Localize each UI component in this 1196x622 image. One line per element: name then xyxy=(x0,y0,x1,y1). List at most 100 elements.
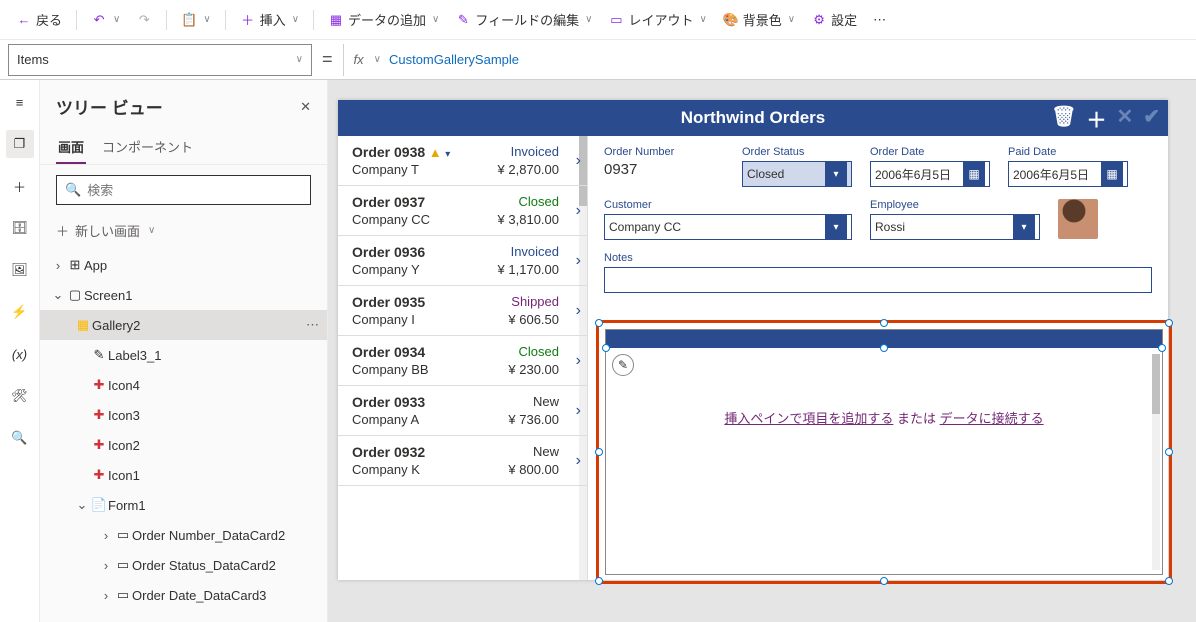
rail-hamburger[interactable]: ≡ xyxy=(6,88,34,116)
tree-node-icon4[interactable]: ✚Icon4 xyxy=(40,370,327,400)
redo-button[interactable]: ↷ xyxy=(130,8,158,32)
insert-pane-link[interactable]: 挿入ペインで項目を追加する xyxy=(724,411,893,426)
tree-search[interactable]: 🔍 xyxy=(56,175,311,205)
more-icon: ⋯ xyxy=(873,12,886,28)
tree-node-icon3[interactable]: ✚Icon3 xyxy=(40,400,327,430)
tree-node-app[interactable]: ›⊞App xyxy=(40,250,327,280)
canvas[interactable]: Northwind Orders 🗑 ＋ ✕ ✔ Order 0938 ▲ ▾I… xyxy=(328,80,1196,622)
rail-power[interactable]: ⚡ xyxy=(6,298,34,326)
order-date-picker[interactable]: 2006年6月5日▦ xyxy=(870,161,990,187)
undo-button[interactable]: ↶∨ xyxy=(85,8,126,32)
customer-label: Customer xyxy=(604,199,852,211)
insert-button[interactable]: ＋挿入∨ xyxy=(234,6,305,33)
edit-fields-icon: ✎ xyxy=(455,12,471,28)
paste-button[interactable]: 📋∨ xyxy=(175,8,216,32)
chevron-down-icon: ▾ xyxy=(825,215,847,239)
bgcolor-label: 背景色 xyxy=(743,10,782,29)
order-list-item[interactable]: Order 0933NewCompany A¥ 736.00› xyxy=(338,386,587,436)
tree-node-orderdate-card[interactable]: ›▭Order Date_DataCard3 xyxy=(40,580,327,610)
order-list-item[interactable]: Order 0938 ▲ ▾InvoicedCompany T¥ 2,870.0… xyxy=(338,136,587,186)
settings-button[interactable]: ⚙設定 xyxy=(805,6,863,33)
add-data-button[interactable]: ▦データの追加∨ xyxy=(322,6,445,33)
edit-template-icon[interactable]: ✎ xyxy=(612,354,634,376)
order-list-item[interactable]: Order 0934ClosedCompany BB¥ 230.00› xyxy=(338,336,587,386)
tree-node-orderstatus-card[interactable]: ›▭Order Status_DataCard2 xyxy=(40,550,327,580)
cancel-icon[interactable]: ✕ xyxy=(1116,104,1133,133)
rail-media[interactable]: 🖼 xyxy=(6,256,34,284)
warning-icon: ▲ xyxy=(429,145,442,160)
settings-label: 設定 xyxy=(831,10,857,29)
tab-components[interactable]: コンポーネント xyxy=(100,131,195,164)
chevron-down-icon: ▾ xyxy=(1013,215,1035,239)
data-icon: ▦ xyxy=(328,12,344,28)
chevron-down-icon: ∨ xyxy=(148,225,155,236)
more-icon[interactable]: ⋯ xyxy=(306,317,319,333)
order-list-item[interactable]: Order 0937ClosedCompany CC¥ 3,810.00› xyxy=(338,186,587,236)
chevron-down-icon: ∨ xyxy=(296,54,303,65)
formula-input[interactable]: fx ∨ CustomGallerySample xyxy=(343,44,1196,76)
search-input[interactable] xyxy=(87,183,302,198)
chevron-right-icon: › xyxy=(576,202,581,220)
close-icon[interactable]: ✕ xyxy=(300,99,311,115)
layout-label: レイアウト xyxy=(628,10,693,29)
trash-icon[interactable]: 🗑 xyxy=(1051,104,1076,133)
tree-node-label3-1[interactable]: ✎Label3_1 xyxy=(40,340,327,370)
chevron-down-icon: ∨ xyxy=(788,14,795,25)
save-icon[interactable]: ✔ xyxy=(1143,104,1160,133)
bgcolor-button[interactable]: 🎨背景色 ∨ xyxy=(717,6,801,33)
employee-label: Employee xyxy=(870,199,1040,211)
notes-input[interactable] xyxy=(604,267,1152,293)
rail-data[interactable]: 🗄 xyxy=(6,214,34,242)
back-button[interactable]: ← 戻る xyxy=(10,6,68,33)
property-selector[interactable]: Items ∨ xyxy=(8,44,312,76)
customer-combo[interactable]: Company CC▾ xyxy=(604,214,852,240)
color-icon: 🎨 xyxy=(723,12,739,28)
back-label: 戻る xyxy=(36,10,62,29)
tree-node-gallery2[interactable]: ▦Gallery2⋯ xyxy=(40,310,327,340)
tree-node-screen1[interactable]: ⌄▢Screen1 xyxy=(40,280,327,310)
orders-gallery[interactable]: Order 0938 ▲ ▾InvoicedCompany T¥ 2,870.0… xyxy=(338,136,588,580)
tree-node-form1[interactable]: ⌄📄Form1 xyxy=(40,490,327,520)
undo-icon: ↶ xyxy=(91,12,107,28)
tree-node-ordernumber-card[interactable]: ›▭Order Number_DataCard2 xyxy=(40,520,327,550)
calendar-icon: ▦ xyxy=(1101,162,1123,186)
order-list-item[interactable]: Order 0932NewCompany K¥ 800.00› xyxy=(338,436,587,486)
back-icon: ← xyxy=(16,12,32,28)
order-status-combo[interactable]: Closed▾ xyxy=(742,161,852,187)
more-button[interactable]: ⋯ xyxy=(867,8,892,32)
new-screen-button[interactable]: ＋ 新しい画面 ∨ xyxy=(40,215,327,250)
chevron-right-icon: › xyxy=(576,302,581,320)
employee-avatar xyxy=(1058,199,1098,239)
paid-date-picker[interactable]: 2006年6月5日▦ xyxy=(1008,161,1128,187)
order-list-item[interactable]: Order 0935ShippedCompany I¥ 606.50› xyxy=(338,286,587,336)
tab-screens[interactable]: 画面 xyxy=(56,131,86,164)
chevron-right-icon: › xyxy=(576,452,581,470)
chevron-down-icon: ∨ xyxy=(203,14,210,25)
equals-sign: = xyxy=(322,49,333,70)
order-list-item[interactable]: Order 0936InvoicedCompany Y¥ 1,170.00› xyxy=(338,236,587,286)
edit-fields-button[interactable]: ✎フィールドの編集∨ xyxy=(449,6,598,33)
gear-icon: ⚙ xyxy=(811,12,827,28)
app-title: Northwind Orders xyxy=(681,108,826,128)
gallery-empty-hint: 挿入ペインで項目を追加する または データに接続する xyxy=(606,348,1162,427)
tree-node-icon1[interactable]: ✚Icon1 xyxy=(40,460,327,490)
formula-bar: Items ∨ = fx ∨ CustomGallerySample xyxy=(0,40,1196,80)
rail-insert[interactable]: ＋ xyxy=(6,172,34,200)
order-number-label: Order Number xyxy=(604,146,724,158)
connect-data-link[interactable]: データに接続する xyxy=(940,411,1044,426)
rail-advanced[interactable]: 🛠 xyxy=(6,382,34,410)
paste-icon: 📋 xyxy=(181,12,197,28)
employee-combo[interactable]: Rossi▾ xyxy=(870,214,1040,240)
rail-variables[interactable]: (x) xyxy=(6,340,34,368)
chevron-right-icon: › xyxy=(576,252,581,270)
rail-tree-view[interactable]: ❐ xyxy=(6,130,34,158)
add-data-label: データの追加 xyxy=(348,10,426,29)
notes-label: Notes xyxy=(604,252,1152,264)
layout-button[interactable]: ▭レイアウト∨ xyxy=(602,6,712,33)
rail-search[interactable]: 🔍 xyxy=(6,424,34,452)
add-icon[interactable]: ＋ xyxy=(1086,104,1106,133)
chevron-down-icon: ∨ xyxy=(292,14,299,25)
paid-date-label: Paid Date xyxy=(1008,146,1128,158)
tree-node-icon2[interactable]: ✚Icon2 xyxy=(40,430,327,460)
chevron-down-icon: ∨ xyxy=(585,14,592,25)
